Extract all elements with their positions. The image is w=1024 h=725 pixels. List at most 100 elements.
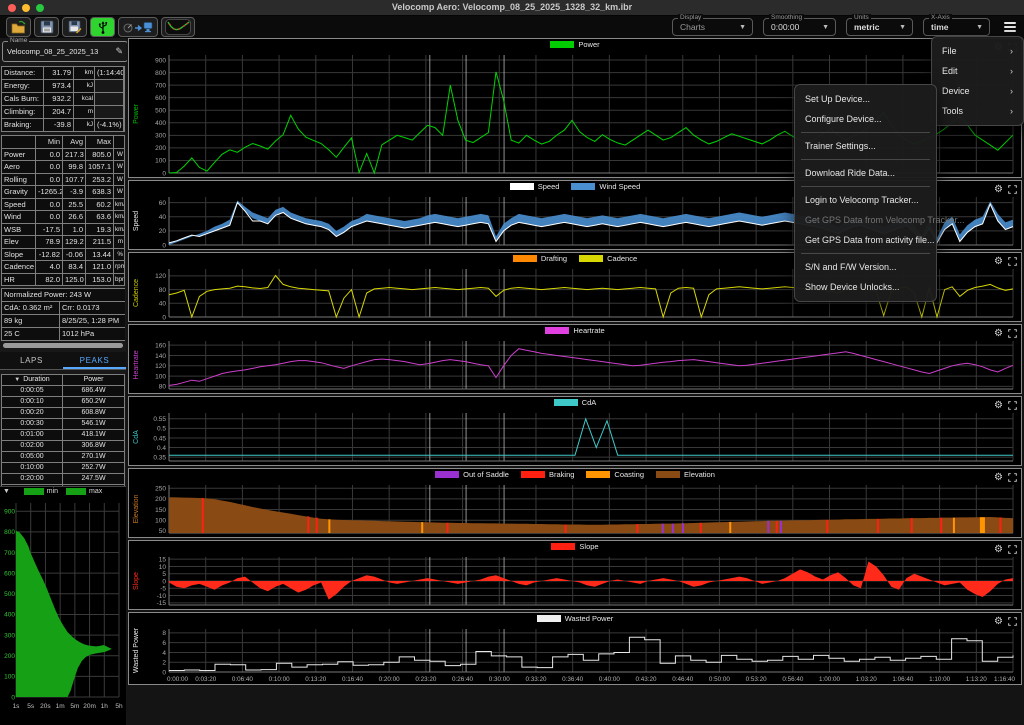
submenu-item[interactable]: Show Device Unlocks... (795, 277, 936, 297)
mam-cell: 63.6 (86, 211, 113, 223)
submenu-item[interactable]: Trainer Settings... (795, 136, 936, 156)
peak-row-cell[interactable]: 270.1W (63, 452, 124, 462)
svg-text:40: 40 (159, 214, 167, 221)
xaxis-select[interactable]: X-Axis time ▼ (923, 18, 990, 36)
legend-swatch (545, 327, 569, 334)
units-select[interactable]: Units metric ▼ (846, 18, 913, 36)
pd-x-tick-label: 20m (83, 703, 96, 710)
peak-row-cell[interactable]: 0:05:00 (2, 452, 62, 462)
tab-peaks[interactable]: PEAKS (63, 352, 126, 369)
mam-cell: 4.0 (36, 261, 62, 273)
usb-device-button[interactable] (90, 17, 115, 37)
power-analysis-button[interactable] (161, 17, 195, 37)
peak-row-cell[interactable]: 247.5W (63, 474, 124, 484)
chart-settings-gear-icon[interactable]: ⚙ (994, 184, 1003, 196)
chart-settings-gear-icon[interactable]: ⚙ (994, 328, 1003, 340)
expand-chart-icon[interactable] (1008, 185, 1017, 194)
sidebar-scrollbar[interactable] (3, 343, 123, 348)
submenu-item[interactable]: S/N and F/W Version... (795, 257, 936, 277)
submenu-item[interactable]: Configure Device... (795, 109, 936, 129)
menu-item-tools[interactable]: Tools› (932, 101, 1023, 121)
peak-row-cell[interactable]: 252.7W (63, 463, 124, 473)
wasted-power-plot[interactable]: 02468Wasted Power0:00:000:03:200:06:400:… (129, 626, 1021, 684)
menu-item-edit[interactable]: Edit› (932, 61, 1023, 81)
peaks-header-cell[interactable]: Power (63, 375, 124, 385)
peak-row-cell[interactable]: 0:00:30 (2, 419, 62, 429)
expand-chart-icon-wrap[interactable] (1008, 181, 1017, 199)
stat-cell: kJ (74, 80, 94, 92)
expand-chart-icon-wrap[interactable] (1008, 253, 1017, 271)
svg-text:0.45: 0.45 (153, 435, 166, 442)
close-window-button[interactable] (8, 4, 16, 12)
peak-row-cell[interactable]: 0:02:00 (2, 441, 62, 451)
tab-laps[interactable]: LAPS (0, 352, 63, 369)
peak-row-cell[interactable]: 546.1W (63, 419, 124, 429)
ride-name-box[interactable]: Name Velocomp_08_25_2025_13 ✎ (2, 41, 128, 62)
cda-plot[interactable]: 0.350.40.450.50.55CdA (129, 410, 1021, 465)
expand-chart-icon[interactable] (1008, 545, 1017, 554)
svg-text:900: 900 (155, 57, 166, 64)
submenu-item[interactable]: Get GPS Data from activity file... (795, 230, 936, 250)
open-file-button[interactable] (6, 17, 31, 37)
toolbar: Display Charts ▼ Smoothing 0:00:00 ▼ Uni… (0, 16, 1024, 38)
peak-row-cell[interactable]: 686.4W (63, 386, 124, 396)
peak-row-cell[interactable]: 0:10:00 (2, 463, 62, 473)
expand-chart-icon-wrap[interactable] (1008, 541, 1017, 559)
expand-chart-icon-wrap[interactable] (1008, 469, 1017, 487)
minimize-window-button[interactable] (22, 4, 30, 12)
svg-text:4: 4 (162, 650, 166, 657)
peak-row-cell[interactable]: 306.8W (63, 441, 124, 451)
expand-chart-icon[interactable] (1008, 257, 1017, 266)
svg-text:0: 0 (162, 170, 166, 177)
legend-entry: Wind Speed (571, 182, 640, 191)
submenu-item[interactable]: Set Up Device... (795, 89, 936, 109)
series-heartrate (169, 349, 1013, 386)
expand-chart-icon[interactable] (1008, 401, 1017, 410)
heartrate-plot[interactable]: 80100120140160Heartrate (129, 338, 1021, 393)
peak-row-cell[interactable]: 0:00:20 (2, 408, 62, 418)
peak-row-cell[interactable]: 0:00:05 (2, 386, 62, 396)
chart-settings-gear-icon[interactable]: ⚙ (994, 472, 1003, 484)
submenu-item[interactable]: Download Ride Data... (795, 163, 936, 183)
peak-row-cell[interactable]: 0:20:00 (2, 474, 62, 484)
download-ride-button[interactable] (118, 17, 158, 37)
mam-header-cell: Avg (63, 136, 85, 148)
stat-cell: 31.79 (44, 67, 73, 79)
chart-settings-gear-icon[interactable]: ⚙ (994, 400, 1003, 412)
peak-row-cell[interactable]: 650.2W (63, 397, 124, 407)
ride-name-input[interactable]: Velocomp_08_25_2025_13 (7, 47, 115, 56)
display-select[interactable]: Display Charts ▼ (672, 18, 753, 36)
peak-row-cell[interactable]: 418.1W (63, 430, 124, 440)
expand-chart-icon[interactable] (1008, 329, 1017, 338)
smoothing-select[interactable]: Smoothing 0:00:00 ▼ (763, 18, 836, 36)
save-button[interactable] (34, 17, 59, 37)
svg-text:0: 0 (162, 669, 166, 676)
chart-settings-gear-icon[interactable]: ⚙ (994, 544, 1003, 556)
hamburger-menu-button[interactable] (1002, 19, 1018, 35)
chart-header-heartrate: Heartrate⚙ (129, 325, 1021, 338)
legend-swatch (551, 543, 575, 550)
menu-item-file[interactable]: File› (932, 41, 1023, 61)
peak-row-cell[interactable]: 0:01:00 (2, 430, 62, 440)
expand-chart-icon[interactable] (1008, 617, 1017, 626)
zoom-window-button[interactable] (36, 4, 44, 12)
legend-entry: Slope (551, 542, 598, 551)
chart-settings-gear-icon[interactable]: ⚙ (994, 256, 1003, 268)
peak-row-cell[interactable]: 608.8W (63, 408, 124, 418)
chart-panel-cda: CdA⚙0.350.40.450.50.55CdA (128, 396, 1022, 466)
peaks-header-cell[interactable]: ▼Duration (2, 375, 62, 385)
submenu-item[interactable]: Login to Velocomp Tracker... (795, 190, 936, 210)
elevation-plot[interactable]: 50100150200250Elevation (129, 482, 1021, 537)
chart-settings-gear-icon[interactable]: ⚙ (994, 616, 1003, 628)
save-as-button[interactable] (62, 17, 87, 37)
expand-chart-icon-wrap[interactable] (1008, 325, 1017, 343)
expand-chart-icon-wrap[interactable] (1008, 613, 1017, 631)
edit-name-icon[interactable]: ✎ (115, 46, 123, 57)
expand-chart-icon-wrap[interactable] (1008, 397, 1017, 415)
info-cell: CdA: 0.362 m² (2, 302, 59, 314)
mam-cell: 805.0 (86, 149, 113, 161)
slope-plot[interactable]: -15-10-5051015Slope (129, 554, 1021, 609)
peak-row-cell[interactable]: 0:00:10 (2, 397, 62, 407)
menu-item-device[interactable]: Device› (932, 81, 1023, 101)
expand-chart-icon[interactable] (1008, 473, 1017, 482)
